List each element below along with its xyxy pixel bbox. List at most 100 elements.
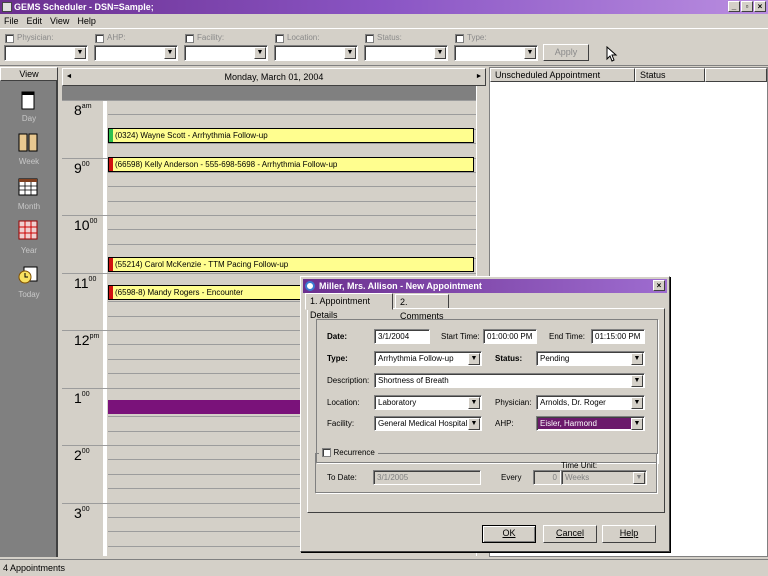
location-filter-select[interactable]: ▼ bbox=[274, 45, 358, 61]
tab-comments[interactable]: 2. Comments bbox=[395, 294, 449, 321]
status-filter-label: Status: bbox=[377, 33, 402, 42]
recurrence-checkbox[interactable] bbox=[322, 448, 331, 458]
status-column[interactable]: Status bbox=[635, 68, 705, 82]
physician-filter-select[interactable]: ▼ bbox=[4, 45, 88, 61]
chevron-down-icon[interactable]: ▼ bbox=[524, 47, 536, 59]
facility-filter-select[interactable]: ▼ bbox=[184, 45, 268, 61]
time-divider bbox=[103, 100, 107, 556]
facility-label: Facility: bbox=[327, 419, 355, 428]
chevron-down-icon[interactable]: ▼ bbox=[164, 47, 176, 59]
recurrence-option[interactable]: Recurrence bbox=[319, 447, 378, 458]
end-time-field[interactable]: 01:15:00 PM bbox=[591, 329, 645, 344]
description-select[interactable]: Shortness of Breath ▼ bbox=[374, 373, 645, 388]
close-button[interactable]: × bbox=[754, 1, 766, 12]
type-select[interactable]: Arrhythmia Follow-up ▼ bbox=[374, 351, 482, 366]
month-icon[interactable] bbox=[18, 177, 38, 197]
hour-label: 1100 bbox=[74, 274, 97, 291]
time-unit-select[interactable]: Weeks ▼ bbox=[561, 470, 647, 485]
time-slot-line bbox=[108, 200, 476, 202]
facility-filter-checkbox[interactable] bbox=[185, 34, 194, 43]
calendar-date: Monday, March 01, 2004 bbox=[224, 72, 324, 82]
chevron-down-icon[interactable]: ▼ bbox=[468, 353, 480, 365]
hour-label: 100 bbox=[74, 389, 90, 406]
appointment-block[interactable]: (66598) Kelly Anderson - 555-698-5698 - … bbox=[108, 157, 474, 172]
chevron-down-icon[interactable]: ▼ bbox=[254, 47, 266, 59]
status-filter-checkbox[interactable] bbox=[365, 34, 374, 43]
cancel-button[interactable]: Cancel bbox=[543, 525, 597, 543]
chevron-down-icon[interactable]: ▼ bbox=[468, 418, 480, 430]
recurrence-label: Recurrence bbox=[333, 448, 375, 457]
chevron-down-icon[interactable]: ▼ bbox=[631, 397, 643, 409]
chevron-down-icon[interactable]: ▼ bbox=[633, 472, 645, 484]
appointment-block[interactable]: (0324) Wayne Scott - Arrhythmia Follow-u… bbox=[108, 128, 474, 143]
start-time-field[interactable]: 01:00:00 PM bbox=[483, 329, 537, 344]
chevron-down-icon[interactable]: ▼ bbox=[344, 47, 356, 59]
chevron-down-icon[interactable]: ▼ bbox=[631, 353, 643, 365]
minimize-button[interactable]: _ bbox=[728, 1, 740, 12]
physician-select[interactable]: Arnolds, Dr. Roger ▼ bbox=[536, 395, 645, 410]
dialog-title-bar[interactable]: Miller, Mrs. Allison - New Appointment × bbox=[303, 279, 667, 293]
date-field[interactable]: 3/1/2004 bbox=[374, 329, 430, 344]
help-label: Help bbox=[619, 528, 639, 538]
type-filter-label: Type: bbox=[467, 33, 487, 42]
status-select[interactable]: Pending ▼ bbox=[536, 351, 645, 366]
physician-filter-checkbox[interactable] bbox=[5, 34, 14, 43]
prev-day-button[interactable]: ◄ bbox=[63, 70, 75, 84]
chevron-down-icon[interactable]: ▼ bbox=[434, 47, 446, 59]
facility-select[interactable]: General Medical Hospital ▼ bbox=[374, 416, 482, 431]
status-filter-select[interactable]: ▼ bbox=[364, 45, 448, 61]
help-button[interactable]: Help bbox=[602, 525, 656, 543]
view-month-label[interactable]: Month bbox=[0, 202, 58, 211]
location-value: Laboratory bbox=[378, 398, 417, 407]
to-date-field[interactable]: 3/1/2005 bbox=[373, 470, 481, 485]
time-slot-line bbox=[108, 171, 476, 173]
appointment-status-bar bbox=[109, 158, 113, 171]
week-icon[interactable] bbox=[18, 133, 38, 153]
chevron-down-icon[interactable]: ▼ bbox=[631, 418, 643, 430]
chevron-down-icon[interactable]: ▼ bbox=[468, 397, 480, 409]
window-title-bar[interactable]: GEMS Scheduler - DSN=Sample; bbox=[0, 0, 768, 14]
menu-bar: File Edit View Help bbox=[0, 14, 768, 28]
menu-edit[interactable]: Edit bbox=[27, 16, 43, 26]
location-filter-checkbox[interactable] bbox=[275, 34, 284, 43]
type-filter-select[interactable]: ▼ bbox=[454, 45, 538, 61]
unscheduled-appointment-column[interactable]: Unscheduled Appointment bbox=[490, 68, 635, 82]
time-unit-value: Weeks bbox=[565, 473, 590, 482]
menu-file[interactable]: File bbox=[4, 16, 19, 26]
view-week-label[interactable]: Week bbox=[0, 157, 58, 166]
location-select[interactable]: Laboratory ▼ bbox=[374, 395, 482, 410]
year-icon[interactable] bbox=[18, 220, 38, 240]
ok-button[interactable]: OK bbox=[482, 525, 536, 543]
menu-help[interactable]: Help bbox=[77, 16, 96, 26]
dialog-close-button[interactable]: × bbox=[653, 280, 665, 291]
window-title: GEMS Scheduler - DSN=Sample; bbox=[14, 2, 154, 12]
ahp-select[interactable]: Eisler, Harmond ▼ bbox=[536, 416, 645, 431]
type-label: Type: bbox=[327, 354, 348, 363]
type-filter-checkbox[interactable] bbox=[455, 34, 464, 43]
status-label: Status: bbox=[495, 354, 523, 363]
chevron-down-icon[interactable]: ▼ bbox=[631, 375, 643, 387]
ahp-filter-select[interactable]: ▼ bbox=[94, 45, 178, 61]
apply-button[interactable]: Apply bbox=[543, 44, 589, 61]
physician-value: Arnolds, Dr. Roger bbox=[540, 398, 606, 407]
next-day-button[interactable]: ► bbox=[473, 70, 485, 84]
appointment-block[interactable]: (55214) Carol McKenzie - TTM Pacing Foll… bbox=[108, 257, 474, 272]
view-today-label[interactable]: Today bbox=[0, 290, 58, 299]
every-field[interactable]: 0 bbox=[533, 470, 561, 485]
appointment-text: (0324) Wayne Scott - Arrhythmia Follow-u… bbox=[115, 131, 268, 140]
app-icon[interactable] bbox=[2, 2, 12, 12]
menu-view[interactable]: View bbox=[50, 16, 69, 26]
day-icon[interactable] bbox=[18, 91, 38, 111]
maximize-button[interactable]: ▫ bbox=[741, 1, 753, 12]
chevron-down-icon[interactable]: ▼ bbox=[74, 47, 86, 59]
today-icon[interactable] bbox=[18, 265, 38, 285]
view-day-label[interactable]: Day bbox=[0, 114, 58, 123]
to-date-label: To Date: bbox=[327, 473, 357, 482]
appointment-text: (6598-8) Mandy Rogers - Encounter bbox=[115, 288, 244, 297]
tab-appointment-details[interactable]: 1. Appointment Details bbox=[305, 293, 393, 320]
view-panel-header: View bbox=[0, 67, 58, 81]
view-year-label[interactable]: Year bbox=[0, 246, 58, 255]
hour-line bbox=[62, 100, 476, 101]
ahp-filter-checkbox[interactable] bbox=[95, 34, 104, 43]
hour-label: 200 bbox=[74, 447, 90, 463]
